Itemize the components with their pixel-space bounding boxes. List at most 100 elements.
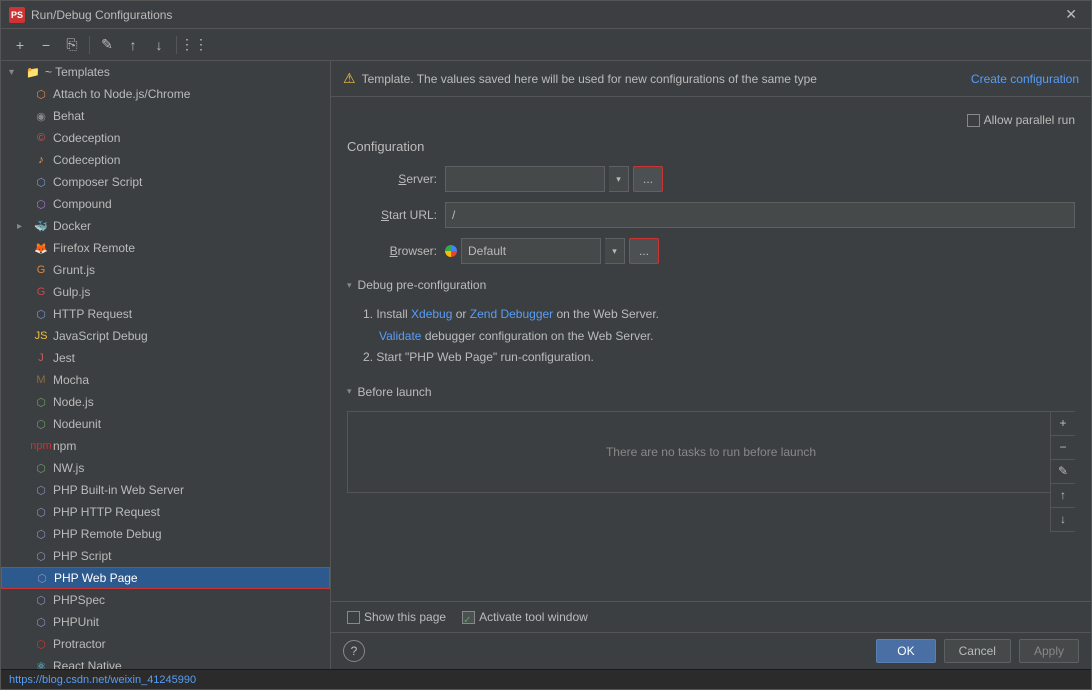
apply-button[interactable]: Apply bbox=[1019, 639, 1079, 663]
label-compound: Composer Script bbox=[53, 175, 142, 189]
tree-item-templates[interactable]: ▾ 📁 ~ Templates bbox=[1, 61, 330, 83]
debug-step2-line: 2. Start "PHP Web Page" run-configuratio… bbox=[363, 347, 1075, 369]
sidebar-item-behat[interactable]: ◉ Behat bbox=[1, 105, 330, 127]
sidebar-item-firefox[interactable]: 🦊 Firefox Remote bbox=[1, 237, 330, 259]
server-select[interactable] bbox=[445, 166, 605, 192]
launch-edit-button[interactable]: ✎ bbox=[1051, 460, 1075, 484]
sidebar-item-php-web-page[interactable]: ⬡ PHP Web Page bbox=[1, 567, 330, 589]
label-php-builtin: PHP Built-in Web Server bbox=[53, 483, 184, 497]
sidebar-item-codeception[interactable]: © Codeception bbox=[1, 127, 330, 149]
sidebar-item-compound[interactable]: ⬡ Composer Script bbox=[1, 171, 330, 193]
validate-link[interactable]: Validate bbox=[379, 329, 421, 343]
sidebar-item-npm[interactable]: npm npm bbox=[1, 435, 330, 457]
sidebar-item-protractor[interactable]: ⬡ Protractor bbox=[1, 633, 330, 655]
toolbar: + − ⎘ ✎ ↑ ↓ ⋮⋮ bbox=[1, 29, 1091, 61]
create-configuration-link[interactable]: Create configuration bbox=[971, 72, 1079, 86]
sidebar-item-nodejs[interactable]: ⬡ Node.js bbox=[1, 391, 330, 413]
sidebar-item-phpunit[interactable]: ⬡ PHPUnit bbox=[1, 611, 330, 633]
server-dots-button[interactable]: ... bbox=[633, 166, 663, 192]
label-php-http: PHP HTTP Request bbox=[53, 505, 160, 519]
sidebar-item-gruntjs[interactable]: G Grunt.js bbox=[1, 259, 330, 281]
browser-icon-wrap bbox=[445, 245, 457, 257]
compound-icon: ⬡ bbox=[33, 174, 49, 190]
allow-parallel-label: Allow parallel run bbox=[984, 113, 1075, 127]
launch-remove-button[interactable]: − bbox=[1051, 436, 1075, 460]
sidebar-item-react-native[interactable]: ⚛ React Native bbox=[1, 655, 330, 669]
debug-step1-line: 1. Install Xdebug or Zend Debugger on th… bbox=[363, 304, 1075, 326]
start-url-input[interactable] bbox=[445, 202, 1075, 228]
browser-dots-button[interactable]: ... bbox=[629, 238, 659, 264]
sidebar-item-database-script[interactable]: ⬡ Compound bbox=[1, 193, 330, 215]
codeception-icon: © bbox=[33, 130, 49, 146]
before-launch-section: ▾ Before launch There are no tasks to ru… bbox=[347, 381, 1075, 493]
bottom-bar: ? OK Cancel Apply bbox=[331, 632, 1091, 669]
sidebar-item-phpspec[interactable]: ⬡ PHPSpec bbox=[1, 589, 330, 611]
add-button[interactable]: + bbox=[9, 34, 31, 56]
php-web-icon: ⬡ bbox=[34, 570, 50, 586]
http-icon: ⬡ bbox=[33, 306, 49, 322]
titlebar-left: PS Run/Debug Configurations bbox=[9, 7, 172, 23]
debug-section: ▾ Debug pre-configuration 1. Install Xde… bbox=[347, 274, 1075, 369]
before-launch-panel: There are no tasks to run before launch … bbox=[347, 411, 1075, 493]
server-select-wrap: ▾ ... bbox=[445, 166, 1075, 192]
sidebar-item-attach-node[interactable]: ⬡ Attach to Node.js/Chrome bbox=[1, 83, 330, 105]
down-button[interactable]: ↓ bbox=[148, 34, 170, 56]
sidebar-item-php-builtin[interactable]: ⬡ PHP Built-in Web Server bbox=[1, 479, 330, 501]
browser-select-arrow: ▾ bbox=[605, 238, 625, 264]
sort-button[interactable]: ⋮⋮ bbox=[183, 34, 205, 56]
ok-button[interactable]: OK bbox=[876, 639, 935, 663]
npm-icon: npm bbox=[33, 438, 49, 454]
browser-select[interactable]: Default bbox=[461, 238, 601, 264]
protractor-icon: ⬡ bbox=[33, 636, 49, 652]
mocha-icon: M bbox=[33, 372, 49, 388]
start-url-row: Start URL: bbox=[347, 202, 1075, 228]
debug-section-header[interactable]: ▾ Debug pre-configuration bbox=[347, 274, 1075, 296]
zend-debugger-link[interactable]: Zend Debugger bbox=[470, 307, 553, 321]
help-button[interactable]: ? bbox=[343, 640, 365, 662]
behat-icon: ◉ bbox=[33, 108, 49, 124]
main-panel: ⚠ Template. The values saved here will b… bbox=[331, 61, 1091, 669]
label-npm: npm bbox=[53, 439, 76, 453]
copy-button[interactable]: ⎘ bbox=[61, 34, 83, 56]
sidebar-item-composer-script[interactable]: ♪ Codeception bbox=[1, 149, 330, 171]
cancel-button[interactable]: Cancel bbox=[944, 639, 1011, 663]
remove-button[interactable]: − bbox=[35, 34, 57, 56]
label-database-script: Compound bbox=[53, 197, 112, 211]
sidebar-item-jest[interactable]: J Jest bbox=[1, 347, 330, 369]
before-launch-header[interactable]: ▾ Before launch bbox=[347, 381, 1075, 403]
sidebar-item-php-http[interactable]: ⬡ PHP HTTP Request bbox=[1, 501, 330, 523]
close-button[interactable]: ✕ bbox=[1059, 4, 1083, 25]
sidebar-item-php-script[interactable]: ⬡ PHP Script bbox=[1, 545, 330, 567]
sidebar-item-gulpjs[interactable]: G Gulp.js bbox=[1, 281, 330, 303]
launch-down-button[interactable]: ↓ bbox=[1051, 508, 1075, 532]
sidebar-item-js-debug[interactable]: JS JavaScript Debug bbox=[1, 325, 330, 347]
sidebar-item-nodeunit[interactable]: ⬡ Nodeunit bbox=[1, 413, 330, 435]
nodejs-icon: ⬡ bbox=[33, 394, 49, 410]
sidebar-item-docker[interactable]: ▸ 🐳 Docker bbox=[1, 215, 330, 237]
edit-button[interactable]: ✎ bbox=[96, 34, 118, 56]
toggle-templates[interactable]: ▾ bbox=[9, 67, 21, 78]
sidebar-item-http-request[interactable]: ⬡ HTTP Request bbox=[1, 303, 330, 325]
php-http-icon: ⬡ bbox=[33, 504, 49, 520]
app-logo: PS bbox=[9, 7, 25, 23]
sidebar-item-mocha[interactable]: M Mocha bbox=[1, 369, 330, 391]
firefox-icon: 🦊 bbox=[33, 240, 49, 256]
activate-window-checkbox[interactable]: ✓ bbox=[462, 611, 475, 624]
show-page-checkbox[interactable] bbox=[347, 611, 360, 624]
label-behat: Behat bbox=[53, 109, 84, 123]
up-button[interactable]: ↑ bbox=[122, 34, 144, 56]
nwjs-icon: ⬡ bbox=[33, 460, 49, 476]
sidebar-item-nwjs[interactable]: ⬡ NW.js bbox=[1, 457, 330, 479]
toggle-docker[interactable]: ▸ bbox=[17, 221, 29, 232]
debug-validate-line: Validate debugger configuration on the W… bbox=[363, 326, 1075, 348]
react-icon: ⚛ bbox=[33, 658, 49, 669]
sidebar-item-php-remote[interactable]: ⬡ PHP Remote Debug bbox=[1, 523, 330, 545]
warning-message: ⚠ Template. The values saved here will b… bbox=[343, 70, 817, 87]
start-url-label: Start URL: bbox=[347, 208, 437, 222]
launch-add-button[interactable]: + bbox=[1051, 412, 1075, 436]
php-remote-icon: ⬡ bbox=[33, 526, 49, 542]
launch-up-button[interactable]: ↑ bbox=[1051, 484, 1075, 508]
allow-parallel-checkbox[interactable] bbox=[967, 114, 980, 127]
xdebug-link[interactable]: Xdebug bbox=[411, 307, 452, 321]
php-script-icon: ⬡ bbox=[33, 548, 49, 564]
